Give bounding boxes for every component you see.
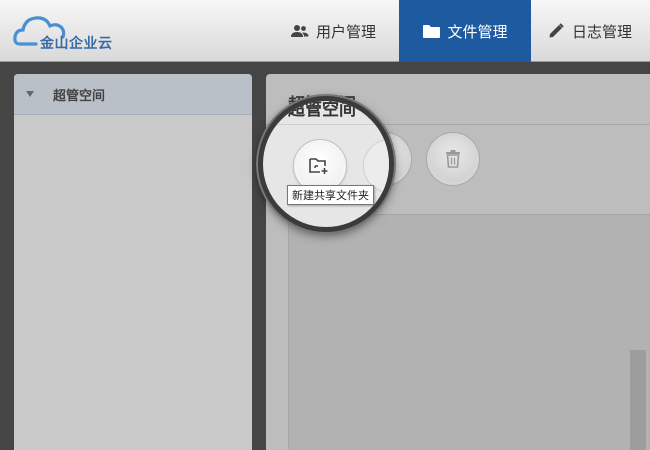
magnified-title-divider (263, 124, 389, 125)
users-icon (290, 22, 309, 40)
caret-down-icon[interactable] (26, 91, 34, 97)
folder-add-icon (309, 158, 328, 174)
pencil-icon (547, 22, 565, 40)
nav-file-management[interactable]: 文件管理 (399, 0, 531, 62)
file-list-area[interactable] (288, 214, 650, 450)
folder-icon (422, 22, 440, 40)
nav-file-management-label: 文件管理 (447, 22, 508, 41)
magnifier-callout: 超管空间 新建共享文件夹 (258, 96, 394, 232)
left-sidebar: 超管空间 (14, 74, 252, 450)
trash-icon (446, 150, 460, 168)
nav-user-management-label: 用户管理 (315, 22, 376, 41)
brand-name: 金山企业云 (40, 36, 113, 52)
top-header: 金山企业云 用户管理 文件管理 日志管理 (0, 0, 650, 62)
scrollbar[interactable] (630, 350, 646, 450)
new-shared-folder-tooltip: 新建共享文件夹 (287, 185, 374, 205)
nav-log-management-label: 日志管理 (572, 22, 633, 41)
delete-button[interactable] (426, 132, 480, 186)
sidebar-item-label: 超管空间 (53, 88, 106, 104)
nav-user-management[interactable]: 用户管理 (268, 0, 399, 62)
main-nav: 用户管理 文件管理 日志管理 (268, 0, 650, 62)
brand-logo[interactable]: 金山企业云 (12, 6, 122, 56)
sidebar-item-super-admin-space[interactable]: 超管空间 (14, 74, 252, 115)
nav-log-management[interactable]: 日志管理 (531, 0, 650, 62)
